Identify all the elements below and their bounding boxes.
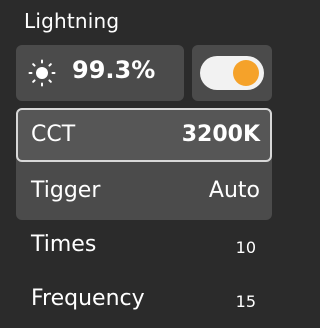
brightness-value: 99.3% bbox=[72, 56, 156, 84]
frequency-label: Frequency bbox=[31, 286, 145, 311]
times-row[interactable]: Times 10 bbox=[16, 220, 272, 274]
power-toggle[interactable] bbox=[200, 56, 264, 90]
cct-label: CCT bbox=[31, 122, 76, 147]
trigger-value: Auto bbox=[208, 178, 260, 203]
cct-row[interactable]: CCT 3200K bbox=[16, 108, 272, 162]
frequency-value: 15 bbox=[235, 292, 256, 311]
times-label: Times bbox=[31, 232, 97, 257]
power-toggle-knob bbox=[233, 60, 259, 86]
power-toggle-panel[interactable] bbox=[192, 45, 272, 101]
trigger-label: Tigger bbox=[31, 178, 101, 203]
settings-card: CCT 3200K Tigger Auto bbox=[16, 108, 272, 220]
frequency-row[interactable]: Frequency 15 bbox=[16, 274, 272, 328]
times-value: 10 bbox=[235, 238, 256, 257]
sun-icon bbox=[28, 59, 56, 87]
brightness-panel[interactable]: 99.3% bbox=[16, 45, 184, 101]
cct-value: 3200K bbox=[181, 122, 260, 147]
page-title: Lightning bbox=[24, 9, 120, 33]
trigger-row[interactable]: Tigger Auto bbox=[16, 164, 272, 220]
